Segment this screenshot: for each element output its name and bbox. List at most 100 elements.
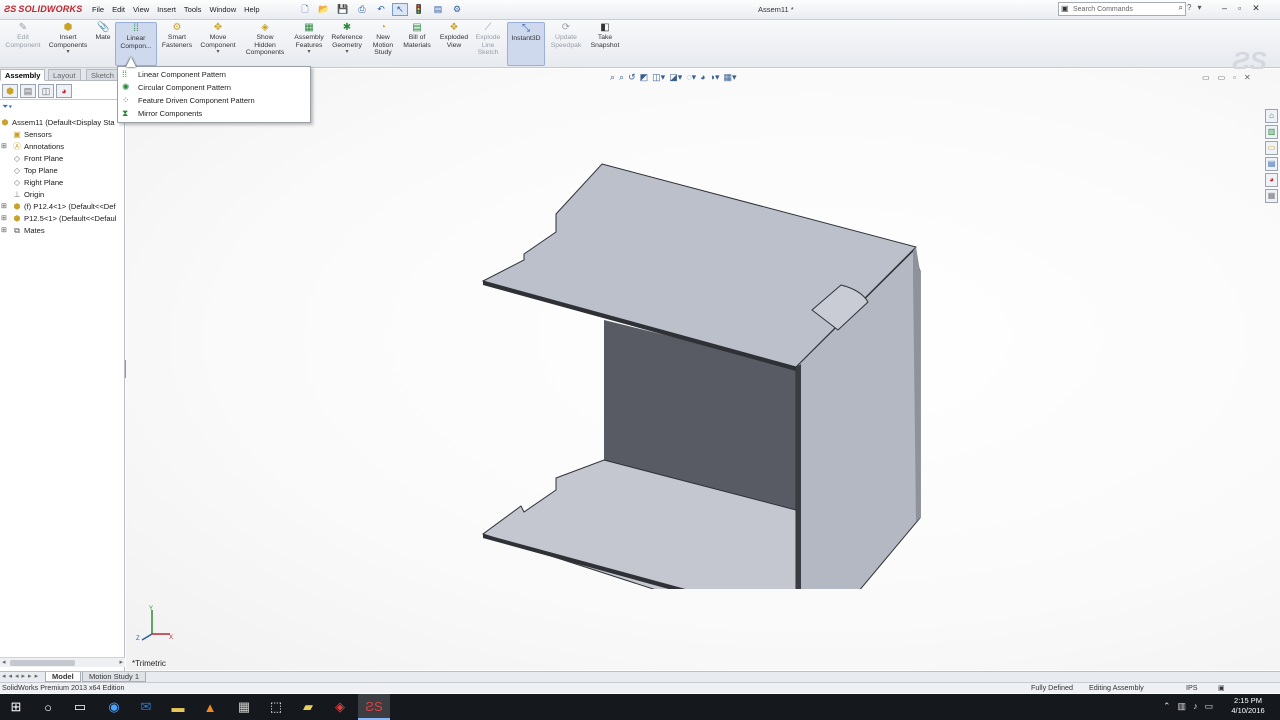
tree-item-origin[interactable]: ⊥ Origin	[0, 189, 124, 201]
menu-view[interactable]: View	[133, 5, 149, 14]
configuration-manager-tab-icon[interactable]: ◫	[38, 84, 54, 98]
search-magnifier-icon[interactable]: ⌕	[1179, 3, 1183, 13]
acrobat-icon[interactable]: ◈	[324, 694, 356, 720]
move-component-dropdown-icon[interactable]: ▾	[197, 49, 239, 57]
task-view-icon[interactable]: ▭	[64, 694, 96, 720]
status-units[interactable]: IPS	[1186, 683, 1198, 693]
assembly-features-button[interactable]: ▦ Assembly Features ▾	[290, 22, 328, 57]
filter-icon[interactable]: ⏷▾	[2, 102, 12, 112]
new-motion-study-button[interactable]: ◔ New Motion Study	[368, 22, 398, 57]
solidworks-logo[interactable]: ƧS SOLIDWORKS	[4, 4, 82, 14]
help-dropdown-icon[interactable]: ▾	[1197, 3, 1201, 12]
view-orientation-icon[interactable]: ◫▾	[652, 72, 665, 83]
minimize-icon[interactable]: –	[1222, 3, 1227, 14]
tree-root-assembly[interactable]: ⬢ Assem11 (Default<Display Sta	[0, 117, 124, 129]
outlook-icon[interactable]: ✉	[130, 694, 162, 720]
zoom-to-fit-icon[interactable]: ⌕	[610, 72, 615, 83]
menu-edit[interactable]: Edit	[112, 5, 125, 14]
instant3d-button[interactable]: ⤡ Instant3D	[507, 22, 545, 66]
help-icon[interactable]: ?	[1187, 3, 1191, 12]
menu-item-feature-driven-pattern[interactable]: ⁘ Feature Driven Component Pattern	[118, 94, 310, 107]
edit-component-button[interactable]: ✎ Edit Component	[3, 22, 43, 49]
scroll-thumb[interactable]	[10, 660, 75, 666]
tree-item-top-plane[interactable]: ◇ Top Plane	[0, 165, 124, 177]
section-view-icon[interactable]: ◩	[640, 72, 649, 83]
menu-insert[interactable]: Insert	[157, 5, 176, 14]
exploded-view-button[interactable]: ❖ Exploded View	[437, 22, 471, 49]
tray-up-arrow-icon[interactable]: ⌃	[1163, 701, 1171, 712]
tab-nav-arrows-icon[interactable]: ◂◂◂▸▸▸	[2, 672, 41, 680]
scroll-right-icon[interactable]: ▸	[119, 658, 123, 666]
linear-component-pattern-button[interactable]: ⁞⁞ Linear Compon...	[115, 22, 157, 66]
store-icon[interactable]: ⬚	[260, 694, 292, 720]
solidworks-taskbar-icon[interactable]: ƧS	[358, 694, 390, 720]
scroll-left-icon[interactable]: ◂	[2, 658, 6, 666]
hide-show-items-icon[interactable]: ◌▾	[686, 72, 696, 83]
tab-sketch[interactable]: Sketch	[86, 69, 119, 81]
menu-file[interactable]: File	[92, 5, 104, 14]
view-settings-icon[interactable]: ▦▾	[724, 72, 737, 83]
menu-item-mirror-components[interactable]: ⧗ Mirror Components	[118, 107, 310, 120]
calculator-icon[interactable]: ▦	[228, 694, 260, 720]
expand-icon[interactable]: ⊞	[1, 213, 7, 225]
expand-icon[interactable]: ⊞	[1, 225, 7, 237]
reference-geometry-dropdown-icon[interactable]: ▾	[329, 49, 365, 57]
display-manager-tab-icon[interactable]: ◕	[56, 84, 72, 98]
feature-tree-tab-icon[interactable]: ⬢	[2, 84, 18, 98]
display-style-icon[interactable]: ◪▾	[669, 72, 682, 83]
file-explorer-icon[interactable]: ▭	[1265, 141, 1278, 155]
search-commands-field[interactable]: ▣ Search Commands ⌕	[1058, 2, 1186, 16]
property-manager-tab-icon[interactable]: ▤	[20, 84, 36, 98]
start-windows-icon[interactable]: ⊞	[0, 694, 32, 720]
show-hidden-components-button[interactable]: ◈ Show Hidden Components	[243, 22, 287, 57]
viewport-restore-icon[interactable]: ▫	[1233, 73, 1236, 82]
assembly-3d-model[interactable]	[476, 114, 926, 589]
edit-appearance-icon[interactable]: ◕	[700, 72, 705, 83]
assembly-features-dropdown-icon[interactable]: ▾	[290, 49, 328, 57]
save-icon[interactable]: 💾	[335, 3, 351, 16]
appearances-icon[interactable]: ◕	[1265, 173, 1278, 187]
tray-network-icon[interactable]: ▥	[1178, 701, 1187, 712]
status-rebuild-icon[interactable]: ▣	[1218, 684, 1225, 694]
menu-help[interactable]: Help	[244, 5, 259, 14]
custom-properties-icon[interactable]: ▦	[1265, 189, 1278, 203]
file-explorer-taskbar-icon[interactable]: ▬	[162, 694, 194, 720]
options-icon[interactable]: ⚙	[449, 3, 465, 16]
restore-icon[interactable]: ▫	[1238, 3, 1241, 14]
tray-notification-icon[interactable]: ▭	[1205, 701, 1214, 712]
open-folder-icon[interactable]: 📂	[316, 3, 332, 16]
tree-item-right-plane[interactable]: ◇ Right Plane	[0, 177, 124, 189]
smart-fasteners-button[interactable]: ⚙ Smart Fasteners	[158, 22, 196, 49]
new-document-icon[interactable]: 🗋	[297, 3, 313, 16]
search-icon[interactable]: ○	[32, 694, 64, 720]
bill-of-materials-button[interactable]: ▤ Bill of Materials	[400, 22, 434, 49]
tree-horizontal-scrollbar[interactable]: ◂ ▸	[0, 657, 125, 667]
select-pointer-icon[interactable]: ↖	[392, 3, 408, 16]
design-library-icon[interactable]: ▥	[1265, 125, 1278, 139]
chrome-icon[interactable]: ◉	[98, 694, 130, 720]
apply-scene-icon[interactable]: ◑▾	[710, 72, 720, 83]
file-properties-icon[interactable]: ▤	[430, 3, 446, 16]
menu-item-linear-component-pattern[interactable]: ⁞⁞ Linear Component Pattern	[118, 68, 310, 81]
tree-item-annotations[interactable]: ⊞ Ⓐ Annotations	[0, 141, 124, 153]
reference-geometry-button[interactable]: ✱ Reference Geometry ▾	[329, 22, 365, 57]
tab-motion-study-1[interactable]: Motion Study 1	[82, 672, 147, 682]
move-component-button[interactable]: ✥ Move Component ▾	[197, 22, 239, 57]
viewport-close-icon[interactable]: ✕	[1244, 73, 1251, 82]
print-icon[interactable]: ⎙	[354, 3, 370, 16]
menu-item-circular-component-pattern[interactable]: ✺ Circular Component Pattern	[118, 81, 310, 94]
tree-item-mates[interactable]: ⊞ ⧉ Mates	[0, 225, 124, 237]
tree-item-front-plane[interactable]: ◇ Front Plane	[0, 153, 124, 165]
viewport-minimize-icon[interactable]: ▭	[1202, 73, 1210, 82]
tab-layout[interactable]: Layout	[48, 69, 81, 81]
viewport-tile-icon[interactable]: ▭	[1218, 73, 1226, 82]
zoom-to-area-icon[interactable]: ⌕	[619, 72, 624, 83]
expand-icon[interactable]: ⊞	[1, 201, 7, 213]
tray-volume-icon[interactable]: ♪	[1193, 701, 1198, 712]
menu-window[interactable]: Window	[209, 5, 236, 14]
tree-item-sensors[interactable]: ▣ Sensors	[0, 129, 124, 141]
explode-line-sketch-button[interactable]: ⟋ Explode Line Sketch	[472, 22, 504, 57]
previous-view-icon[interactable]: ↺	[628, 72, 636, 83]
tab-model[interactable]: Model	[45, 672, 81, 682]
folder-icon[interactable]: ▰	[292, 694, 324, 720]
